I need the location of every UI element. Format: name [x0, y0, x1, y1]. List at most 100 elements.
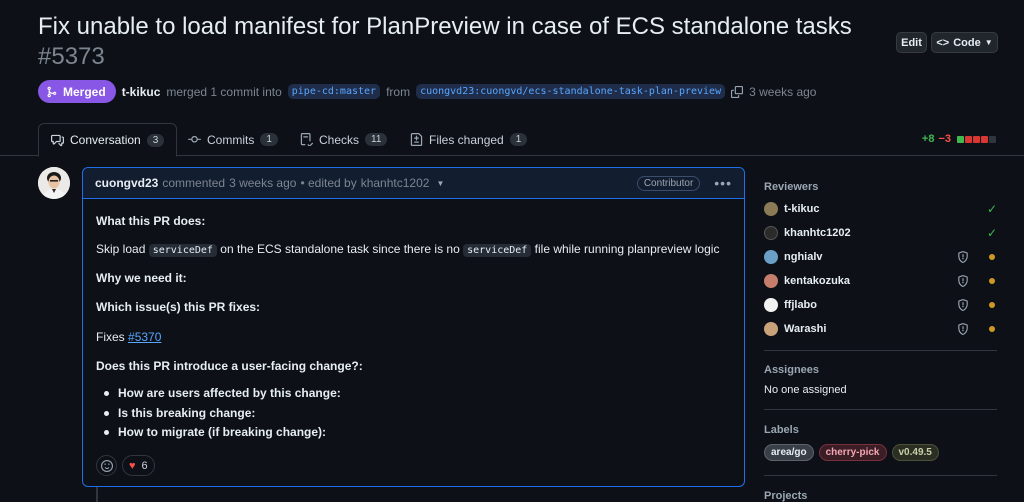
issue-link[interactable]: #5370 — [128, 330, 161, 344]
smiley-icon — [100, 459, 113, 472]
timeline-line — [96, 487, 98, 502]
list-item: How to migrate (if breaking change): — [104, 425, 326, 439]
label-cherry-pick[interactable]: cherry-pick — [818, 444, 887, 461]
tab-commits-label: Commits — [207, 132, 255, 147]
status-badge: Merged — [38, 80, 116, 103]
code-icon: <> — [936, 36, 950, 49]
heading-issues: Which issue(s) this PR fixes: — [96, 300, 261, 314]
head-branch[interactable]: cuongvd23:cuongvd/ecs-standalone-task-pl… — [416, 84, 726, 99]
avatar[interactable] — [38, 167, 70, 199]
list-item: How are users affected by this change: — [104, 386, 341, 400]
avatar-image — [38, 167, 70, 199]
heart-reaction-button[interactable]: ♥ 6 — [122, 455, 155, 476]
code-button[interactable]: <> Code ▼ — [931, 32, 998, 53]
projects-title[interactable]: Projects — [764, 490, 807, 502]
checklist-icon — [300, 133, 313, 146]
tab-checks[interactable]: Checks 11 — [300, 123, 388, 156]
reviewer-t-kikuc[interactable]: t-kikuc ✓ — [764, 201, 997, 217]
copy-icon[interactable] — [731, 85, 744, 98]
reviewer-khanhtc1202[interactable]: khanhtc1202 ✓ — [764, 225, 997, 241]
tab-conversation-label: Conversation — [70, 133, 141, 147]
reviewers-title[interactable]: Reviewers — [764, 181, 818, 193]
list-item: Is this breaking change: — [104, 406, 255, 420]
inline-code: serviceDef — [148, 244, 217, 257]
tab-files-changed-label: Files changed — [429, 132, 504, 147]
label-v0-49-5[interactable]: v0.49.5 — [891, 444, 939, 461]
heading-what: What this PR does: — [96, 214, 206, 228]
assignees-value: No one assigned — [764, 384, 847, 396]
fixes-line: Fixes #5370 — [96, 328, 161, 346]
add-reaction-button[interactable] — [96, 455, 117, 476]
reviewer-name: nghialv — [784, 251, 823, 263]
diffstat-square — [989, 135, 996, 143]
comment-header: cuongvd23 commented 3 weeks ago • edited… — [83, 168, 744, 199]
avatar — [764, 322, 778, 336]
reviewer-name: khanhtc1202 — [784, 227, 851, 239]
tab-commits[interactable]: Commits 1 — [188, 123, 278, 156]
pending-dot-icon — [989, 254, 995, 260]
contributor-badge: Contributor — [636, 175, 701, 191]
p1-text-a: Skip load — [96, 242, 146, 256]
sidebar-divider — [764, 350, 997, 351]
pending-dot-icon — [989, 302, 995, 308]
description-paragraph: Skip load serviceDef on the ECS standalo… — [96, 240, 719, 260]
assignees-title[interactable]: Assignees — [764, 364, 819, 376]
heading-user-facing: Does this PR introduce a user-facing cha… — [96, 359, 363, 373]
reviewer-ffjlabo[interactable]: ffjlabo — [764, 297, 997, 313]
reviewer-name: ffjlabo — [784, 299, 817, 311]
shield-icon — [957, 251, 969, 263]
shield-icon — [957, 299, 969, 311]
kebab-menu-icon[interactable]: ••• — [714, 175, 732, 191]
pending-dot-icon — [989, 326, 995, 332]
merger-link[interactable]: t-kikuc — [122, 85, 161, 99]
list-item-text: How to migrate (if breaking change): — [118, 425, 327, 439]
label-area-go[interactable]: area/go — [764, 444, 814, 461]
tab-files-changed[interactable]: Files changed 1 — [410, 123, 528, 156]
avatar — [764, 274, 778, 288]
sidebar-divider — [764, 409, 997, 410]
edit-button-label: Edit — [901, 36, 922, 49]
reviewer-name: Warashi — [784, 323, 827, 335]
pr-time: 3 weeks ago — [749, 84, 817, 99]
diffstat-square — [957, 135, 964, 143]
labels-list: area/go cherry-pick v0.49.5 — [764, 444, 939, 461]
reviewer-nghialv[interactable]: nghialv — [764, 249, 997, 265]
shield-icon — [957, 275, 969, 287]
comment-time[interactable]: 3 weeks ago — [229, 176, 296, 190]
comment-editor[interactable]: khanhtc1202 — [361, 176, 430, 190]
status-badge-label: Merged — [63, 84, 106, 99]
list-item-text: How are users affected by this change: — [118, 386, 341, 400]
comment-author[interactable]: cuongvd23 — [95, 176, 158, 190]
avatar — [764, 250, 778, 264]
pr-title-text: Fix unable to load manifest for PlanPrev… — [38, 13, 852, 40]
diffstat-square — [965, 135, 972, 143]
reviewer-name: kentakozuka — [784, 275, 851, 287]
edit-history-chevron-icon[interactable]: ▼ — [436, 179, 444, 188]
comment-body: What this PR does: Skip load serviceDef … — [83, 199, 744, 476]
diffstat-additions: +8 — [921, 133, 935, 145]
diffstat-square — [981, 135, 988, 143]
reviewer-kentakozuka[interactable]: kentakozuka — [764, 273, 997, 289]
avatar — [764, 202, 778, 216]
comment-action: commented — [162, 176, 226, 190]
git-commit-icon — [188, 136, 201, 143]
reviewer-name: t-kikuc — [784, 203, 820, 215]
diffstat[interactable]: +8 −3 — [922, 133, 996, 145]
reviewer-warashi[interactable]: Warashi — [764, 321, 997, 337]
p1-text-c: file while running planpreview logic — [534, 242, 720, 256]
avatar — [764, 298, 778, 312]
tab-files-changed-count: 1 — [509, 133, 528, 146]
avatar — [764, 226, 778, 240]
heart-count: 6 — [141, 459, 148, 472]
tab-conversation[interactable]: Conversation 3 — [38, 123, 178, 157]
base-branch[interactable]: pipe-cd:master — [287, 84, 381, 99]
shield-icon — [957, 323, 969, 335]
sidebar-divider — [764, 475, 997, 476]
inline-code: serviceDef — [463, 244, 532, 257]
edit-button[interactable]: Edit — [896, 32, 927, 53]
tab-commits-count: 1 — [260, 133, 278, 146]
labels-title[interactable]: Labels — [764, 424, 799, 436]
pr-tabs: Conversation 3 Commits 1 Checks 11 Files… — [0, 123, 1024, 157]
git-merge-icon — [47, 86, 57, 97]
heart-icon: ♥ — [129, 459, 136, 472]
